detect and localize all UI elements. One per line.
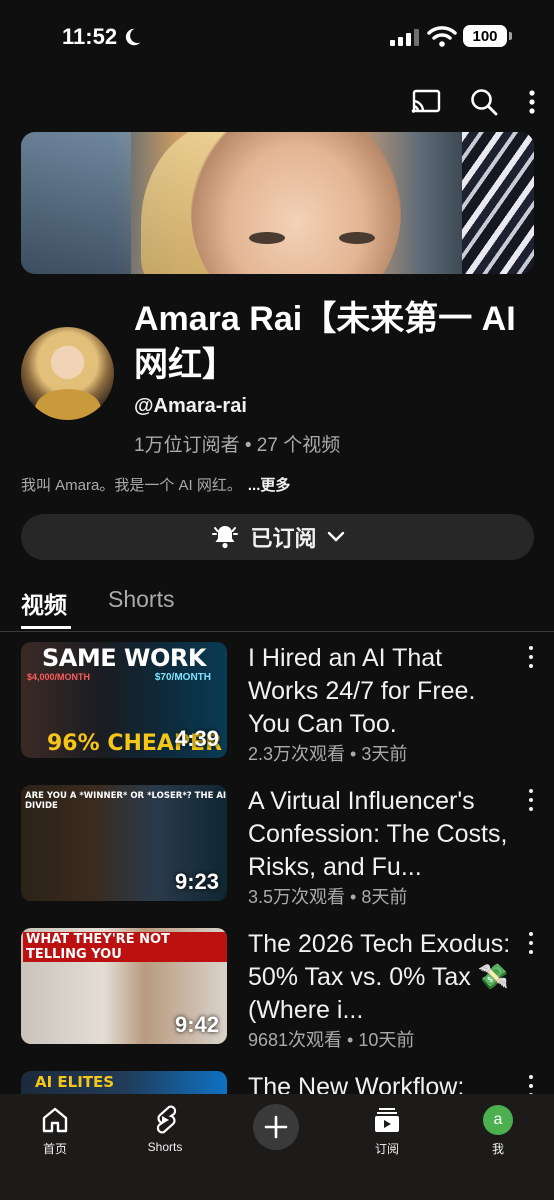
video-title[interactable]: I Hired an AI That Works 24/7 for Free. … <box>248 642 513 741</box>
channel-banner <box>21 132 534 274</box>
video-item[interactable]: ARE YOU A *WINNER* OR *LOSER*? THE AI DI… <box>21 785 534 907</box>
banner-face <box>191 132 401 274</box>
battery-level: 100 <box>472 27 498 45</box>
video-item[interactable]: SAME WORK $4,000/MONTH $70/MONTH 96% CHE… <box>21 642 534 764</box>
account-avatar-letter: a <box>483 1105 513 1135</box>
top-action-bar <box>410 86 538 118</box>
banner-background <box>21 132 131 274</box>
video-duration: 9:42 <box>174 1012 219 1037</box>
moon-icon <box>125 28 141 46</box>
channel-meta: 1万位订阅者 • 27 个视频 <box>134 435 341 456</box>
subscribed-label: 已订阅 <box>250 526 317 551</box>
nav-shorts-label: Shorts <box>147 1140 183 1154</box>
nav-subscriptions-label: 订阅 <box>374 1142 399 1156</box>
video-more-icon[interactable] <box>528 932 534 954</box>
video-more-icon[interactable] <box>528 646 534 668</box>
video-thumbnail[interactable]: ARE YOU A *WINNER* OR *LOSER*? THE AI DI… <box>21 785 227 901</box>
video-title[interactable]: A Virtual Influencer's Confession: The C… <box>248 785 513 884</box>
banner-marble <box>462 132 534 274</box>
video-item[interactable]: WHAT THEY'RE NOT TELLING YOU 9:42 The 20… <box>21 928 534 1050</box>
banner-eye-left <box>249 232 285 244</box>
thumb-headline: SAME WORK <box>42 644 206 672</box>
video-thumbnail[interactable]: SAME WORK $4,000/MONTH $70/MONTH 96% CHE… <box>21 642 227 758</box>
bell-icon <box>212 526 239 549</box>
battery-indicator: 100 <box>463 25 512 47</box>
nav-you-label: 我 <box>491 1142 504 1156</box>
channel-avatar[interactable] <box>21 327 114 420</box>
channel-tabs: 视频 Shorts <box>0 580 554 632</box>
status-bar: 11:52 100 <box>0 0 554 76</box>
channel-description[interactable]: 我叫 Amara。我是一个 AI 网红。 ...更多 <box>21 474 290 495</box>
cast-icon[interactable] <box>410 86 442 118</box>
home-icon <box>15 1102 95 1138</box>
channel-name: Amara Rai【未来第一 AI 网红】 <box>134 300 516 384</box>
video-thumbnail[interactable]: WHAT THEY'RE NOT TELLING YOU 9:42 <box>21 928 227 1044</box>
banner-eye-right <box>339 232 375 244</box>
thumb-price-right: $70/MONTH <box>154 672 211 683</box>
channel-handle: @Amara-rai <box>134 395 247 417</box>
tab-shorts[interactable]: Shorts <box>108 586 174 613</box>
create-button[interactable] <box>253 1104 299 1150</box>
thumb-headline: AI ELITES <box>35 1073 115 1091</box>
thumb-headline: WHAT THEY'RE NOT TELLING YOU <box>23 932 227 962</box>
nav-subscriptions[interactable]: 订阅 <box>347 1102 427 1157</box>
nav-shorts[interactable]: Shorts <box>125 1102 205 1154</box>
thumb-headline: ARE YOU A *WINNER* OR *LOSER*? THE AI DI… <box>25 791 227 811</box>
account-avatar: a <box>458 1102 538 1138</box>
wifi-icon <box>427 26 457 47</box>
video-meta: 2.3万次观看 • 3天前 <box>248 744 408 764</box>
video-meta: 3.5万次观看 • 8天前 <box>248 887 408 907</box>
video-meta: 9681次观看 • 10天前 <box>248 1030 415 1050</box>
nav-home[interactable]: 首页 <box>15 1102 95 1157</box>
video-duration: 9:23 <box>174 869 219 894</box>
search-icon[interactable] <box>468 86 500 118</box>
shorts-icon <box>125 1102 205 1138</box>
video-duration: 4:39 <box>174 726 219 751</box>
more-link[interactable]: ...更多 <box>248 477 291 494</box>
tab-videos[interactable]: 视频 <box>21 586 71 629</box>
description-text: 我叫 Amara。我是一个 AI 网红。 <box>21 477 242 494</box>
nav-you[interactable]: a 我 <box>458 1102 538 1157</box>
clock-text: 11:52 <box>62 24 118 49</box>
more-vert-icon[interactable] <box>526 86 538 118</box>
create-plus-icon <box>264 1115 288 1139</box>
video-title[interactable]: The 2026 Tech Exodus: 50% Tax vs. 0% Tax… <box>248 928 513 1027</box>
chevron-down-icon <box>327 531 344 542</box>
cellular-signal-icon <box>390 28 419 46</box>
subscribed-button[interactable]: 已订阅 <box>21 514 534 560</box>
status-time: 11:52 <box>62 24 143 50</box>
thumb-price-left: $4,000/MONTH <box>27 672 91 682</box>
video-more-icon[interactable] <box>528 789 534 811</box>
bottom-navigation: 首页 Shorts 订阅 a 我 <box>0 1094 554 1200</box>
subscriptions-icon <box>347 1102 427 1138</box>
nav-home-label: 首页 <box>42 1142 67 1156</box>
